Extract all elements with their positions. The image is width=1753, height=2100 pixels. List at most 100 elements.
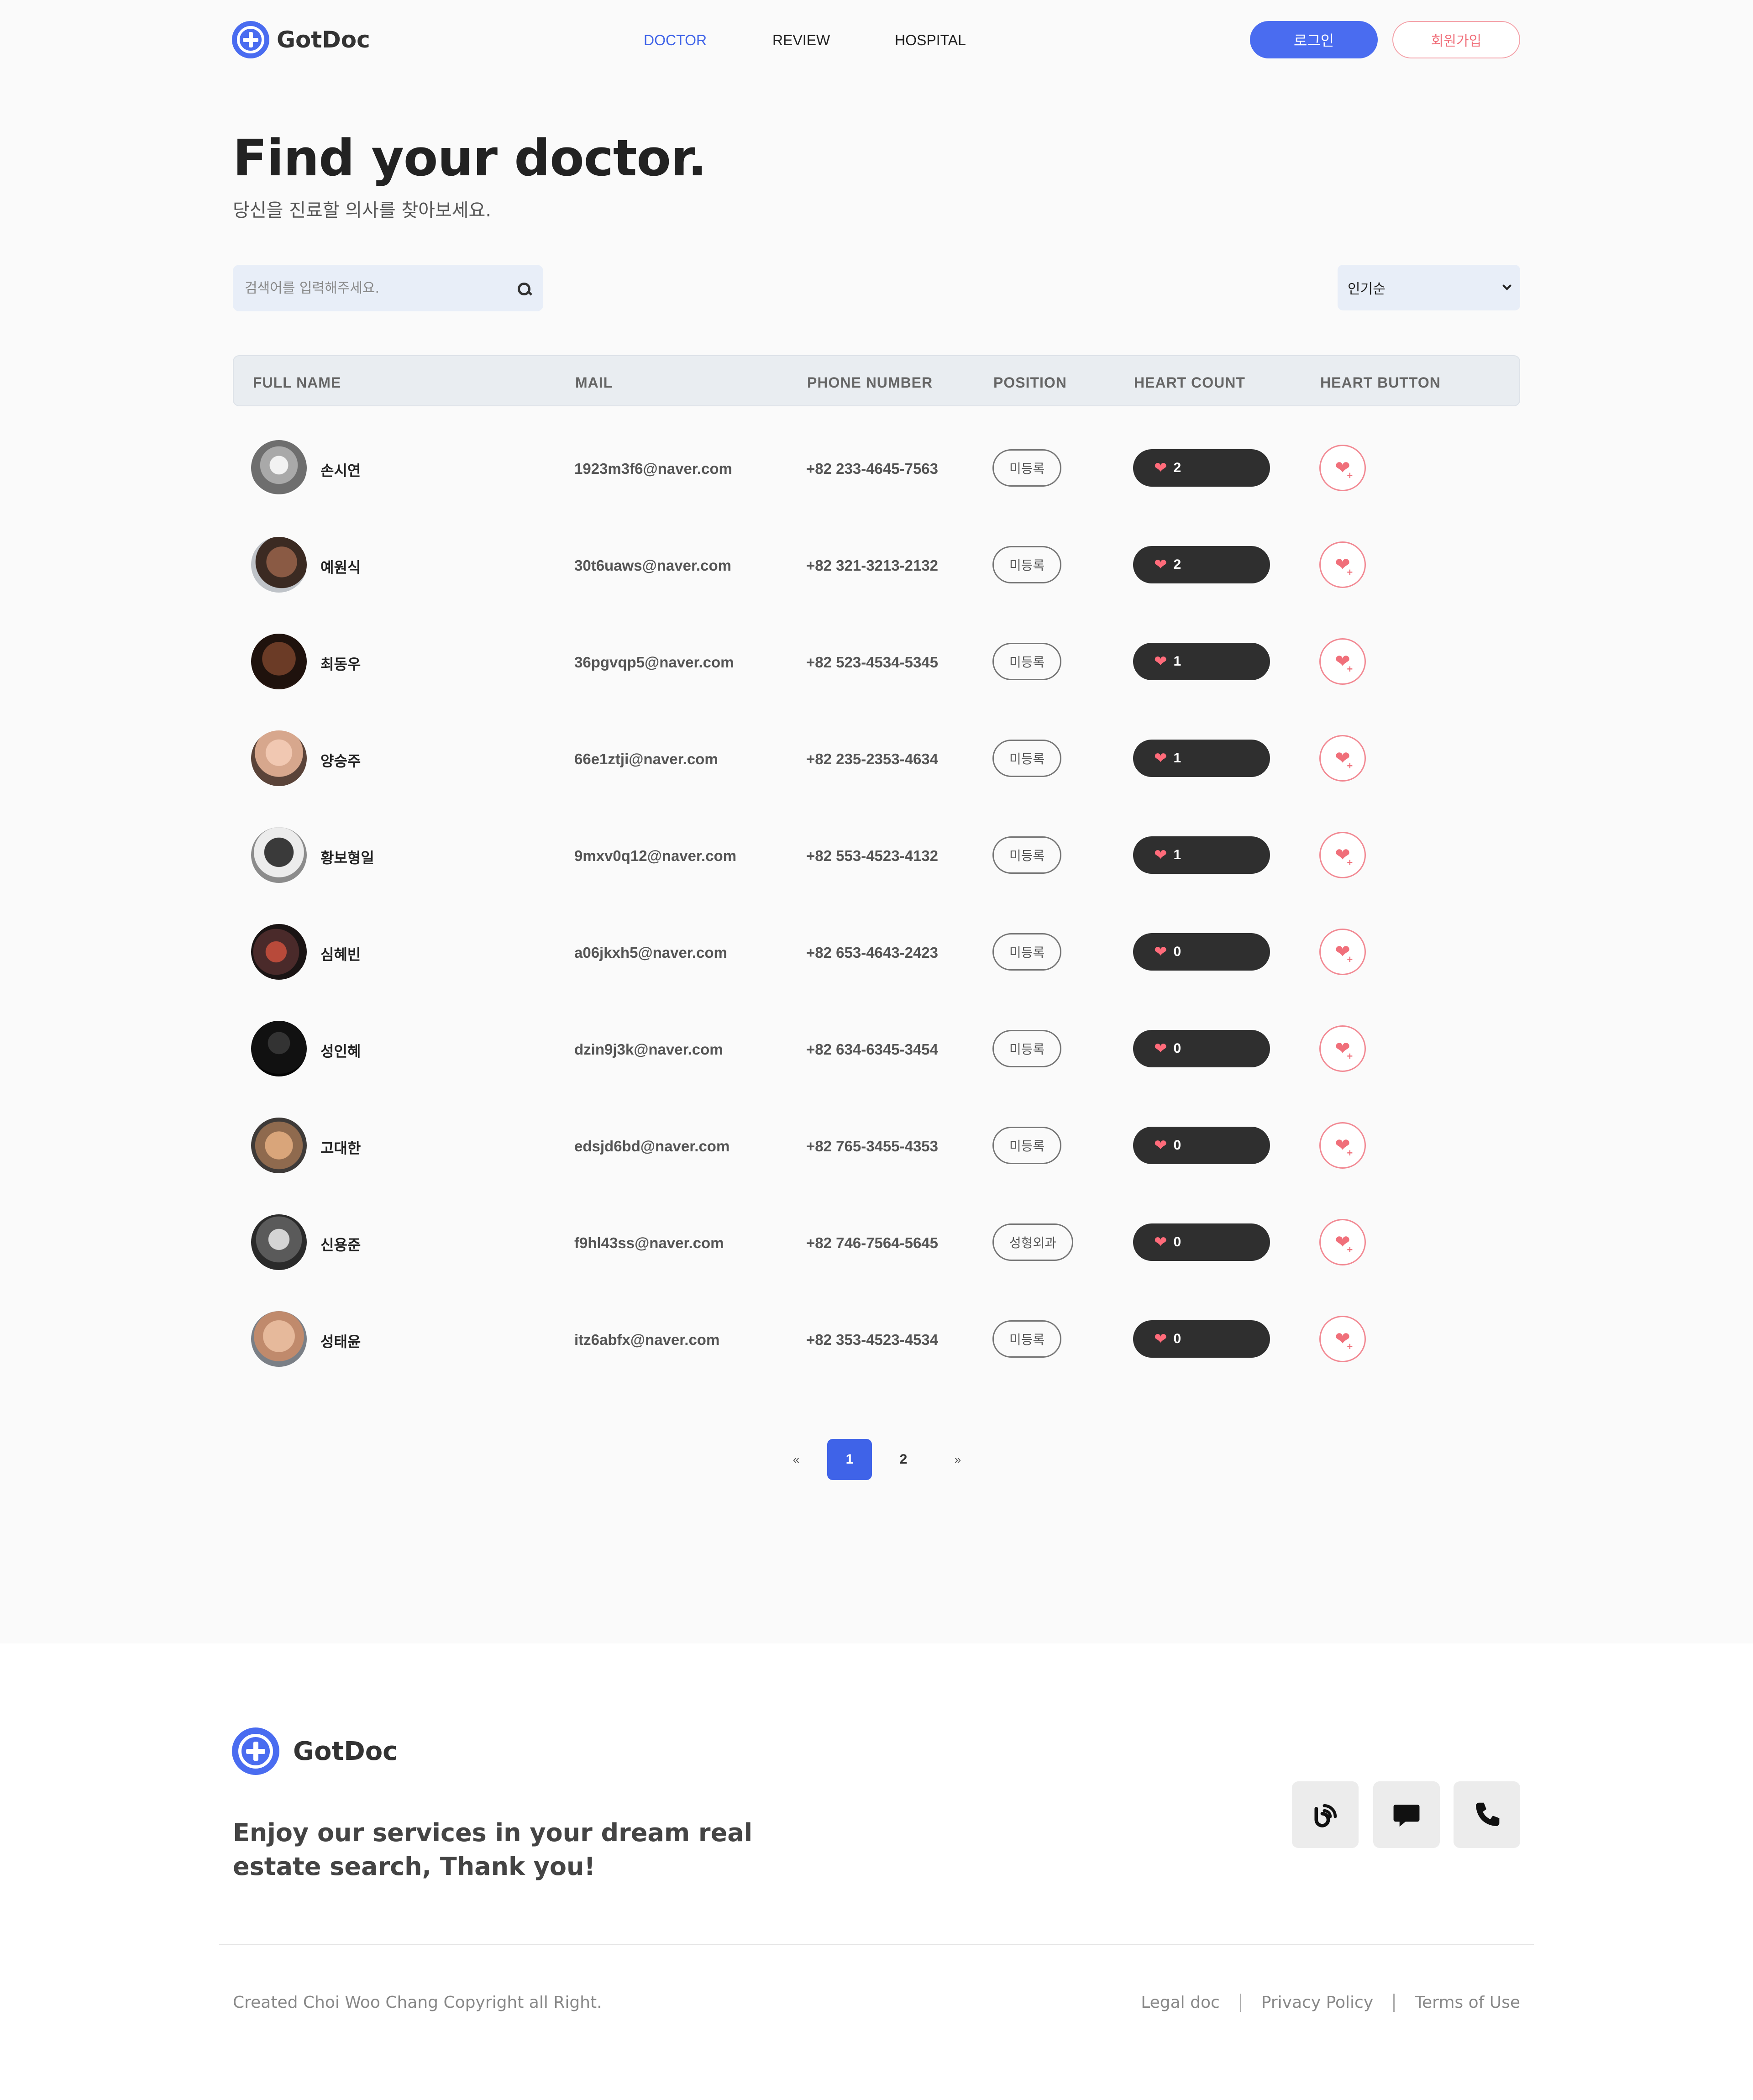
avatar: [251, 1021, 307, 1076]
page-title: Find your doctor.: [233, 129, 707, 187]
add-heart-button[interactable]: ❤: [1319, 1122, 1366, 1169]
footer-brand[interactable]: GotDoc: [232, 1727, 398, 1775]
page-next-button[interactable]: »: [949, 1439, 967, 1480]
medical-cross-logo-icon: [232, 1727, 279, 1775]
add-heart-button[interactable]: ❤: [1319, 735, 1366, 782]
phone-button[interactable]: [1454, 1781, 1520, 1848]
add-heart-button[interactable]: ❤: [1319, 638, 1366, 685]
page-2-button[interactable]: 2: [881, 1439, 926, 1480]
doctor-name[interactable]: 예원식: [320, 556, 361, 577]
copyright-text: Created Choi Woo Chang Copyright all Rig…: [233, 1993, 602, 2012]
avatar: [251, 730, 307, 786]
pagination: « 1 2 »: [0, 1439, 1753, 1480]
heart-icon: ❤: [1154, 846, 1167, 864]
doctor-mail: 9mxv0q12@naver.com: [574, 847, 737, 864]
doctor-phone: +82 653-4643-2423: [806, 944, 939, 961]
add-heart-button[interactable]: ❤: [1319, 445, 1366, 491]
heart-icon: ❤: [1154, 653, 1167, 670]
search-icon[interactable]: [509, 274, 537, 302]
signup-button[interactable]: 회원가입: [1392, 21, 1520, 58]
heart-plus-icon: ❤: [1335, 749, 1355, 771]
heart-plus-icon: ❤: [1335, 652, 1355, 674]
doctor-name[interactable]: 신용준: [320, 1234, 361, 1255]
add-heart-button[interactable]: ❤: [1319, 832, 1366, 878]
heart-icon: ❤: [1154, 1040, 1167, 1057]
heart-icon: ❤: [1154, 1330, 1167, 1348]
doctor-name[interactable]: 심혜빈: [320, 943, 361, 964]
heart-count-value: 0: [1173, 1041, 1181, 1056]
doctor-phone: +82 634-6345-3454: [806, 1041, 939, 1058]
column-position: POSITION: [993, 374, 1067, 391]
nav-doctor[interactable]: DOCTOR: [644, 32, 707, 49]
doctor-name[interactable]: 최동우: [320, 653, 361, 674]
heart-count-value: 1: [1173, 654, 1181, 669]
add-heart-button[interactable]: ❤: [1319, 1316, 1366, 1362]
doctor-name[interactable]: 성태윤: [320, 1330, 361, 1351]
sort-value: 인기순: [1348, 281, 1386, 297]
doctor-name[interactable]: 황보형일: [320, 846, 374, 867]
page-prev-button[interactable]: «: [787, 1439, 805, 1480]
doctor-name[interactable]: 손시연: [320, 459, 361, 480]
chevron-down-icon: [1502, 281, 1512, 290]
footer-links: Legal doc Privacy Policy Terms of Use: [1141, 1993, 1520, 2012]
legal-doc-link[interactable]: Legal doc: [1141, 1993, 1220, 2012]
position-badge: 미등록: [992, 1320, 1062, 1358]
doctor-mail: 1923m3f6@naver.com: [574, 460, 732, 477]
table-row: 고대한 edsjd6bd@naver.com +82 765-3455-4353…: [233, 1097, 1520, 1194]
column-heart-button: HEART BUTTON: [1320, 374, 1441, 391]
brand-logo-link[interactable]: GotDoc: [232, 21, 370, 58]
doctor-name[interactable]: 성인혜: [320, 1040, 361, 1061]
heart-plus-icon: ❤: [1335, 1330, 1355, 1352]
terms-of-use-link[interactable]: Terms of Use: [1415, 1993, 1520, 2012]
heart-plus-icon: ❤: [1335, 1233, 1355, 1255]
nav-review[interactable]: REVIEW: [772, 32, 830, 49]
heart-plus-icon: ❤: [1335, 943, 1355, 965]
sort-select[interactable]: 인기순: [1338, 265, 1520, 310]
doctor-phone: +82 233-4645-7563: [806, 460, 939, 477]
medical-cross-logo-icon: [232, 21, 269, 58]
avatar: [251, 924, 307, 980]
heart-count-value: 1: [1173, 751, 1181, 766]
nav-hospital[interactable]: HOSPITAL: [895, 32, 966, 49]
heart-plus-icon: ❤: [1335, 1136, 1355, 1158]
column-phone: PHONE NUMBER: [807, 374, 933, 391]
doctor-phone: +82 353-4523-4534: [806, 1331, 939, 1348]
privacy-policy-link[interactable]: Privacy Policy: [1261, 1993, 1373, 2012]
login-button[interactable]: 로그인: [1250, 21, 1378, 58]
position-badge: 성형외과: [992, 1223, 1074, 1261]
heart-icon: ❤: [1154, 556, 1167, 573]
avatar: [251, 537, 307, 593]
add-heart-button[interactable]: ❤: [1319, 929, 1366, 975]
add-heart-button[interactable]: ❤: [1319, 1219, 1366, 1265]
heart-icon: ❤: [1154, 459, 1167, 477]
doctor-mail: 30t6uaws@naver.com: [574, 557, 732, 574]
blog-icon: [1314, 1804, 1337, 1827]
doctor-phone: +82 235-2353-4634: [806, 751, 939, 767]
search-bar: [233, 265, 543, 311]
heart-count-value: 2: [1173, 557, 1181, 572]
blog-button[interactable]: [1292, 1781, 1359, 1848]
avatar: [251, 440, 307, 496]
heart-count-pill: ❤ 1: [1133, 643, 1270, 680]
column-heart-count: HEART COUNT: [1134, 374, 1245, 391]
page-1-button[interactable]: 1: [827, 1439, 872, 1480]
table-row: 손시연 1923m3f6@naver.com +82 233-4645-7563…: [233, 420, 1520, 517]
avatar: [251, 634, 307, 689]
table-row: 황보형일 9mxv0q12@naver.com +82 553-4523-413…: [233, 807, 1520, 904]
doctor-name[interactable]: 고대한: [320, 1137, 361, 1158]
add-heart-button[interactable]: ❤: [1319, 541, 1366, 588]
heart-count-value: 0: [1173, 1331, 1181, 1346]
footer-divider: [219, 1944, 1534, 1945]
doctor-phone: +82 765-3455-4353: [806, 1138, 939, 1155]
table-row: 성태윤 itz6abfx@naver.com +82 353-4523-4534…: [233, 1291, 1520, 1388]
doctor-mail: 36pgvqp5@naver.com: [574, 654, 734, 671]
doctor-mail: dzin9j3k@naver.com: [574, 1041, 723, 1058]
doctor-mail: f9hl43ss@naver.com: [574, 1234, 724, 1251]
chat-button[interactable]: [1373, 1781, 1440, 1848]
doctor-phone: +82 746-7564-5645: [806, 1234, 939, 1251]
doctor-name[interactable]: 양승주: [320, 750, 361, 771]
heart-count-pill: ❤ 1: [1133, 836, 1270, 874]
add-heart-button[interactable]: ❤: [1319, 1025, 1366, 1072]
doctor-mail: 66e1ztji@naver.com: [574, 751, 718, 767]
search-input[interactable]: [233, 265, 509, 311]
